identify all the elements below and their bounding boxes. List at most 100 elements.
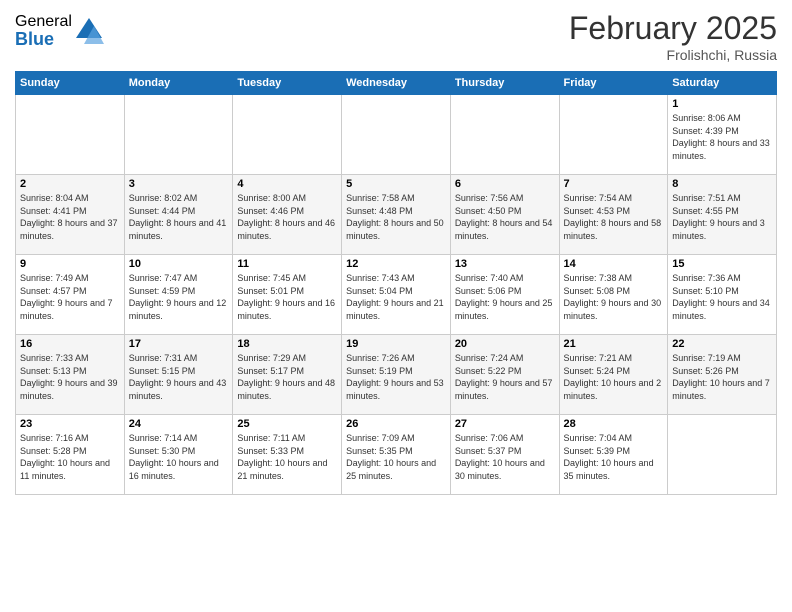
day-info: Sunrise: 7:29 AM Sunset: 5:17 PM Dayligh… — [237, 352, 337, 402]
day-info: Sunrise: 7:04 AM Sunset: 5:39 PM Dayligh… — [564, 432, 664, 482]
day-number: 25 — [237, 418, 337, 430]
day-info: Sunrise: 7:40 AM Sunset: 5:06 PM Dayligh… — [455, 272, 555, 322]
day-number: 14 — [564, 258, 664, 270]
calendar-cell: 16 Sunrise: 7:33 AM Sunset: 5:13 PM Dayli… — [16, 335, 125, 415]
calendar-header-monday: Monday — [124, 72, 233, 95]
day-info: Sunrise: 7:43 AM Sunset: 5:04 PM Dayligh… — [346, 272, 446, 322]
calendar-cell: 23Sunrise: 7:16 AM Sunset: 5:28 PM Dayli… — [16, 415, 125, 495]
calendar-cell: 10 Sunrise: 7:47 AM Sunset: 4:59 PM Dayli… — [124, 255, 233, 335]
calendar-cell: 27 Sunrise: 7:06 AM Sunset: 5:37 PM Dayli… — [450, 415, 559, 495]
day-info: Sunrise: 7:31 AM Sunset: 5:15 PM Dayligh… — [129, 352, 229, 402]
calendar-cell — [233, 95, 342, 175]
location: Frolishchi, Russia — [569, 47, 777, 63]
day-info: Sunrise: 8:00 AM Sunset: 4:46 PM Dayligh… — [237, 192, 337, 242]
day-info: Sunrise: 7:58 AM Sunset: 4:48 PM Dayligh… — [346, 192, 446, 242]
calendar-cell: 17 Sunrise: 7:31 AM Sunset: 5:15 PM Dayli… — [124, 335, 233, 415]
day-info: Sunrise: 7:09 AM Sunset: 5:35 PM Dayligh… — [346, 432, 446, 482]
day-number: 27 — [455, 418, 555, 430]
day-number: 26 — [346, 418, 446, 430]
day-info: Sunrise: 7:24 AM Sunset: 5:22 PM Dayligh… — [455, 352, 555, 402]
calendar-cell: 21 Sunrise: 7:21 AM Sunset: 5:24 PM Dayli… — [559, 335, 668, 415]
day-info: Sunrise: 7:45 AM Sunset: 5:01 PM Dayligh… — [237, 272, 337, 322]
day-info: Sunrise: 7:54 AM Sunset: 4:53 PM Dayligh… — [564, 192, 664, 242]
day-number: 3 — [129, 178, 229, 190]
calendar-cell: 14 Sunrise: 7:38 AM Sunset: 5:08 PM Dayli… — [559, 255, 668, 335]
day-number: 5 — [346, 178, 446, 190]
calendar-week-3: 9 Sunrise: 7:49 AM Sunset: 4:57 PM Daylig… — [16, 255, 777, 335]
calendar-cell — [559, 95, 668, 175]
calendar-cell — [16, 95, 125, 175]
logo-icon — [74, 16, 104, 46]
title-section: February 2025 Frolishchi, Russia — [569, 10, 777, 63]
day-info: Sunrise: 7:51 AM Sunset: 4:55 PM Dayligh… — [672, 192, 772, 242]
calendar-cell — [124, 95, 233, 175]
day-number: 6 — [455, 178, 555, 190]
day-number: 17 — [129, 338, 229, 350]
day-info: Sunrise: 8:04 AM Sunset: 4:41 PM Dayligh… — [20, 192, 120, 242]
day-number: 16 — [20, 338, 120, 350]
calendar-cell — [450, 95, 559, 175]
day-number: 12 — [346, 258, 446, 270]
day-info: Sunrise: 7:06 AM Sunset: 5:37 PM Dayligh… — [455, 432, 555, 482]
calendar-header-saturday: Saturday — [668, 72, 777, 95]
calendar-week-2: 2 Sunrise: 8:04 AM Sunset: 4:41 PM Daylig… — [16, 175, 777, 255]
logo-blue: Blue — [15, 30, 72, 48]
calendar-cell: 5 Sunrise: 7:58 AM Sunset: 4:48 PM Daylig… — [342, 175, 451, 255]
day-number: 4 — [237, 178, 337, 190]
calendar-cell: 8 Sunrise: 7:51 AM Sunset: 4:55 PM Daylig… — [668, 175, 777, 255]
day-number: 19 — [346, 338, 446, 350]
day-info: Sunrise: 7:56 AM Sunset: 4:50 PM Dayligh… — [455, 192, 555, 242]
calendar-week-4: 16 Sunrise: 7:33 AM Sunset: 5:13 PM Dayli… — [16, 335, 777, 415]
day-number: 22 — [672, 338, 772, 350]
day-info: Sunrise: 7:11 AM Sunset: 5:33 PM Dayligh… — [237, 432, 337, 482]
calendar-cell: 22 Sunrise: 7:19 AM Sunset: 5:26 PM Dayli… — [668, 335, 777, 415]
day-number: 8 — [672, 178, 772, 190]
calendar-cell: 19Sunrise: 7:26 AM Sunset: 5:19 PM Dayli… — [342, 335, 451, 415]
day-info: Sunrise: 7:14 AM Sunset: 5:30 PM Dayligh… — [129, 432, 229, 482]
calendar-cell: 18 Sunrise: 7:29 AM Sunset: 5:17 PM Dayli… — [233, 335, 342, 415]
calendar-table: SundayMondayTuesdayWednesdayThursdayFrid… — [15, 71, 777, 495]
calendar-header-sunday: Sunday — [16, 72, 125, 95]
day-info: Sunrise: 8:02 AM Sunset: 4:44 PM Dayligh… — [129, 192, 229, 242]
calendar-cell: 25 Sunrise: 7:11 AM Sunset: 5:33 PM Dayli… — [233, 415, 342, 495]
calendar-cell — [668, 415, 777, 495]
calendar-cell: 2 Sunrise: 8:04 AM Sunset: 4:41 PM Daylig… — [16, 175, 125, 255]
day-number: 10 — [129, 258, 229, 270]
calendar-cell: 11 Sunrise: 7:45 AM Sunset: 5:01 PM Dayli… — [233, 255, 342, 335]
calendar-header-thursday: Thursday — [450, 72, 559, 95]
day-number: 21 — [564, 338, 664, 350]
day-info: Sunrise: 7:49 AM Sunset: 4:57 PM Dayligh… — [20, 272, 120, 322]
calendar-week-5: 23Sunrise: 7:16 AM Sunset: 5:28 PM Dayli… — [16, 415, 777, 495]
day-number: 11 — [237, 258, 337, 270]
day-number: 9 — [20, 258, 120, 270]
calendar-cell: 24Sunrise: 7:14 AM Sunset: 5:30 PM Dayli… — [124, 415, 233, 495]
calendar-cell: 15Sunrise: 7:36 AM Sunset: 5:10 PM Dayli… — [668, 255, 777, 335]
calendar-header-friday: Friday — [559, 72, 668, 95]
day-number: 23 — [20, 418, 120, 430]
page-container: General Blue February 2025 Frolishchi, R… — [0, 0, 792, 505]
day-info: Sunrise: 7:47 AM Sunset: 4:59 PM Dayligh… — [129, 272, 229, 322]
day-info: Sunrise: 7:21 AM Sunset: 5:24 PM Dayligh… — [564, 352, 664, 402]
day-number: 18 — [237, 338, 337, 350]
day-number: 20 — [455, 338, 555, 350]
calendar-header-wednesday: Wednesday — [342, 72, 451, 95]
day-info: Sunrise: 7:33 AM Sunset: 5:13 PM Dayligh… — [20, 352, 120, 402]
calendar-cell: 9 Sunrise: 7:49 AM Sunset: 4:57 PM Daylig… — [16, 255, 125, 335]
logo: General Blue — [15, 14, 104, 48]
day-info: Sunrise: 7:38 AM Sunset: 5:08 PM Dayligh… — [564, 272, 664, 322]
page-header: General Blue February 2025 Frolishchi, R… — [15, 10, 777, 63]
calendar-header-tuesday: Tuesday — [233, 72, 342, 95]
day-number: 7 — [564, 178, 664, 190]
month-title: February 2025 — [569, 10, 777, 47]
calendar-cell: 26 Sunrise: 7:09 AM Sunset: 5:35 PM Dayli… — [342, 415, 451, 495]
day-number: 2 — [20, 178, 120, 190]
calendar-cell: 1Sunrise: 8:06 AM Sunset: 4:39 PM Daylig… — [668, 95, 777, 175]
logo-text: General Blue — [15, 14, 72, 48]
logo-general: General — [15, 14, 72, 30]
day-info: Sunrise: 7:19 AM Sunset: 5:26 PM Dayligh… — [672, 352, 772, 402]
calendar-cell: 28Sunrise: 7:04 AM Sunset: 5:39 PM Dayli… — [559, 415, 668, 495]
day-info: Sunrise: 8:06 AM Sunset: 4:39 PM Dayligh… — [672, 112, 772, 162]
day-number: 15 — [672, 258, 772, 270]
calendar-header-row: SundayMondayTuesdayWednesdayThursdayFrid… — [16, 72, 777, 95]
calendar-cell: 20 Sunrise: 7:24 AM Sunset: 5:22 PM Dayli… — [450, 335, 559, 415]
